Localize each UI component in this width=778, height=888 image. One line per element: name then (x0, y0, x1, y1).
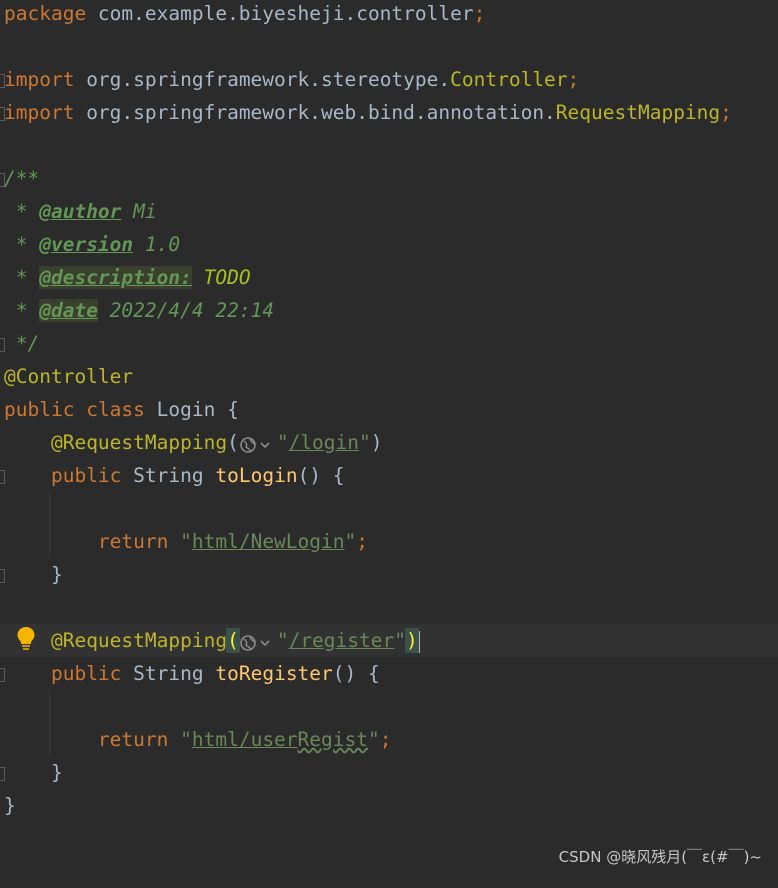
keyword: return (97, 530, 169, 553)
globe-dropdown-icon[interactable] (239, 432, 277, 453)
doc-value: Mi (121, 200, 157, 223)
close-brace: } (50, 761, 63, 784)
semicolon: ; (356, 530, 368, 553)
doc-star: * (4, 299, 40, 322)
quote: " (276, 431, 289, 454)
doc-comment-author[interactable]: * @author Mi (0, 195, 778, 228)
doc-text: /** (4, 167, 40, 190)
doc-comment-close[interactable]: */ (0, 327, 778, 360)
doc-comment-description[interactable]: * @description: TODO (0, 261, 778, 294)
keyword: public (4, 398, 75, 421)
code-line-return-login[interactable]: return "html/NewLogin"; (0, 525, 778, 558)
quote: " (180, 530, 192, 553)
quote: " (368, 728, 380, 751)
doc-comment-version[interactable]: * @version 1.0 (0, 228, 778, 261)
package-name: com.example.biyesheji.controller (86, 2, 474, 25)
text-caret (417, 630, 420, 653)
doc-star: * (4, 233, 40, 256)
import-path: org.springframework.stereotype. (74, 68, 451, 91)
keyword: return (97, 728, 169, 751)
quote: " (180, 728, 192, 751)
code-line-class[interactable]: public class Login { (0, 393, 778, 426)
doc-comment-date[interactable]: * @date 2022/4/4 22:14 (0, 294, 778, 327)
method-parens: () { (297, 464, 345, 487)
close-brace: } (50, 563, 63, 586)
close-brace: } (4, 794, 16, 817)
keyword: import (4, 101, 75, 124)
semicolon: ; (473, 2, 486, 25)
todo-marker: TODO (191, 266, 251, 289)
method-name: toRegister (215, 662, 333, 685)
doc-comment-open[interactable]: /** (0, 162, 778, 195)
code-line-import[interactable]: import org.springframework.stereotype.Co… (0, 63, 778, 96)
code-line-package[interactable]: package com.example.biyesheji.controller… (0, 0, 778, 30)
keyword: public (50, 662, 122, 685)
code-line-close-brace[interactable]: } (0, 756, 778, 789)
lightbulb-icon[interactable] (16, 626, 36, 652)
semicolon: ; (567, 68, 580, 91)
annotation: @RequestMapping (50, 431, 228, 454)
import-class: RequestMapping (555, 101, 721, 124)
template-path-typo[interactable]: Regist (298, 728, 368, 751)
semicolon: ; (379, 728, 392, 751)
code-line-import[interactable]: import org.springframework.web.bind.anno… (0, 96, 778, 129)
template-path[interactable]: html/user (192, 728, 298, 751)
doc-star: * (4, 266, 40, 289)
code-line-class-close[interactable]: } (0, 789, 778, 822)
keyword: public (50, 464, 122, 487)
csdn-watermark: CSDN @晓风残月(￣ε(#￣)~ (558, 848, 762, 866)
annotation: @Controller (4, 365, 134, 388)
quote: " (344, 530, 357, 553)
doc-value: 1.0 (133, 233, 181, 256)
template-path[interactable]: html/NewLogin (192, 530, 345, 553)
doc-tag: @author (39, 200, 122, 223)
annotation: @RequestMapping (50, 629, 228, 652)
quote: " (394, 629, 406, 652)
type-name: String (133, 662, 204, 685)
code-line-mapping-register[interactable]: @RequestMapping( "/register") (0, 624, 778, 657)
import-path: org.springframework.web.bind.annotation. (74, 101, 556, 124)
paren: ( (227, 431, 239, 454)
code-line-close-brace[interactable]: } (0, 558, 778, 591)
doc-star: * (4, 200, 40, 223)
code-line-annotation[interactable]: @Controller (0, 360, 778, 393)
method-name: toLogin (215, 464, 298, 487)
code-editor[interactable]: package com.example.biyesheji.controller… (0, 0, 778, 877)
globe-dropdown-icon[interactable] (239, 630, 277, 651)
doc-tag: @version (39, 233, 134, 256)
doc-tag: @date (39, 299, 98, 322)
type-name: String (133, 464, 204, 487)
class-name: Login { (144, 398, 239, 421)
quote: " (276, 629, 289, 652)
doc-tag: @description: (39, 266, 192, 289)
import-class: Controller (450, 68, 568, 91)
keyword: class (86, 398, 145, 421)
url-path[interactable]: /login (289, 431, 359, 454)
keyword: package (4, 2, 87, 25)
url-path[interactable]: /register (289, 629, 395, 652)
method-parens: () { (332, 662, 380, 685)
paren-matched: ( (226, 628, 240, 653)
code-line-mapping-login[interactable]: @RequestMapping( "/login") (0, 426, 778, 459)
doc-value: 2022/4/4 22:14 (97, 299, 275, 322)
quote: " (359, 431, 371, 454)
semicolon: ; (720, 101, 732, 124)
doc-text: */ (4, 332, 40, 355)
code-line-method-register[interactable]: public String toRegister() { (0, 657, 778, 690)
keyword: import (4, 68, 75, 91)
code-line-return-register[interactable]: return "html/userRegist"; (0, 723, 778, 756)
code-line-method-login[interactable]: public String toLogin() { (0, 459, 778, 492)
paren-matched: ) (405, 628, 419, 653)
paren: ) (370, 431, 383, 454)
